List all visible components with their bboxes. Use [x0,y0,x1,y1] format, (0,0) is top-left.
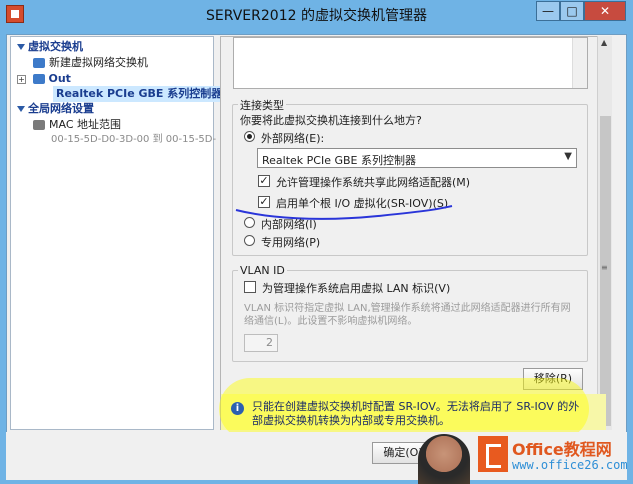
tree-item-mac-range[interactable]: MAC 地址范围 [33,117,121,133]
info-text: 只能在创建虚拟交换机时配置 SR-IOV。无法将启用了 SR-IOV 的外部虚拟… [252,400,580,427]
sriov-label: 启用单个根 I/O 虚拟化(SR-IOV)(S) [276,197,449,210]
chevron-down-icon: ▼ [564,151,572,162]
tree-item-new-switch[interactable]: 新建虚拟网络交换机 [33,55,148,71]
office-logo-icon [478,436,508,472]
vlan-description: VLAN 标识符指定虚拟 LAN,管理操作系统将通过此网络适配器进行所有网络通信… [244,303,571,327]
close-button[interactable]: ✕ [584,1,626,21]
minimize-button[interactable]: — [536,1,560,21]
adapter-select-value: Realtek PCIe GBE 系列控制器 [262,154,416,167]
collapse-icon[interactable] [17,106,25,112]
info-icon: i [231,402,244,415]
vlan-enable-checkbox[interactable] [244,281,256,293]
allow-share-label: 允许管理操作系统共享此网络适配器(M) [276,176,471,189]
scroll-grip-icon: ≡ [601,263,608,272]
private-network-radio[interactable] [244,235,255,246]
watermark-brand: Office教程网 [512,440,612,459]
panel-scrollbar[interactable]: ▲ ≡ [597,36,612,430]
expand-icon[interactable]: + [17,74,26,84]
external-network-radio[interactable] [244,131,255,142]
vlan-enable-label: 为管理操作系统启用虚拟 LAN 标识(V) [262,282,451,295]
internal-network-radio[interactable] [244,217,255,228]
connection-question: 你要将此虚拟交换机连接到什么地方? [240,114,422,127]
notes-textarea[interactable] [233,37,588,89]
window-frame: SERVER2012 的虚拟交换机管理器 — □ ✕ 虚拟交换机 新建虚拟网络交… [0,0,633,484]
tree-header-global-settings[interactable]: 全局网络设置 [17,101,94,117]
watermark-url: www.office26.com [512,458,628,472]
internal-network-label: 内部网络(I) [261,218,317,231]
tree-header-virtual-switches[interactable]: 虚拟交换机 [17,39,83,55]
switch-icon [32,74,45,84]
vlan-group-title: VLAN ID [238,264,287,277]
remove-button[interactable]: 移除(R) [523,368,583,390]
allow-share-checkbox[interactable]: ✓ [258,175,270,187]
tree-item-out-adapter[interactable]: Realtek PCIe GBE 系列控制器 [53,86,226,102]
switch-tree[interactable]: 虚拟交换机 新建虚拟网络交换机 + Out Realtek PCIe GBE 系… [10,36,226,430]
tree-item-out[interactable]: + Out [17,71,71,87]
adapter-select[interactable]: Realtek PCIe GBE 系列控制器 ▼ [257,148,577,168]
collapse-icon[interactable] [17,44,25,50]
private-network-label: 专用网络(P) [261,236,321,249]
mac-range-value: 00-15-5D-D0-3D-00 到 00-15-5D- [51,134,217,145]
vlan-id-input[interactable]: 2 [244,334,278,352]
sriov-checkbox[interactable]: ✓ [258,196,270,208]
new-switch-icon [33,58,45,68]
avatar [418,434,470,484]
mac-icon [33,120,45,130]
external-network-label: 外部网络(E): [261,132,325,145]
title-bar[interactable]: SERVER2012 的虚拟交换机管理器 — □ ✕ [0,0,633,28]
notes-scrollbar[interactable] [572,38,587,88]
connection-type-title: 连接类型 [238,97,286,113]
scroll-up-icon[interactable]: ▲ [601,38,607,47]
maximize-button[interactable]: □ [560,1,584,21]
